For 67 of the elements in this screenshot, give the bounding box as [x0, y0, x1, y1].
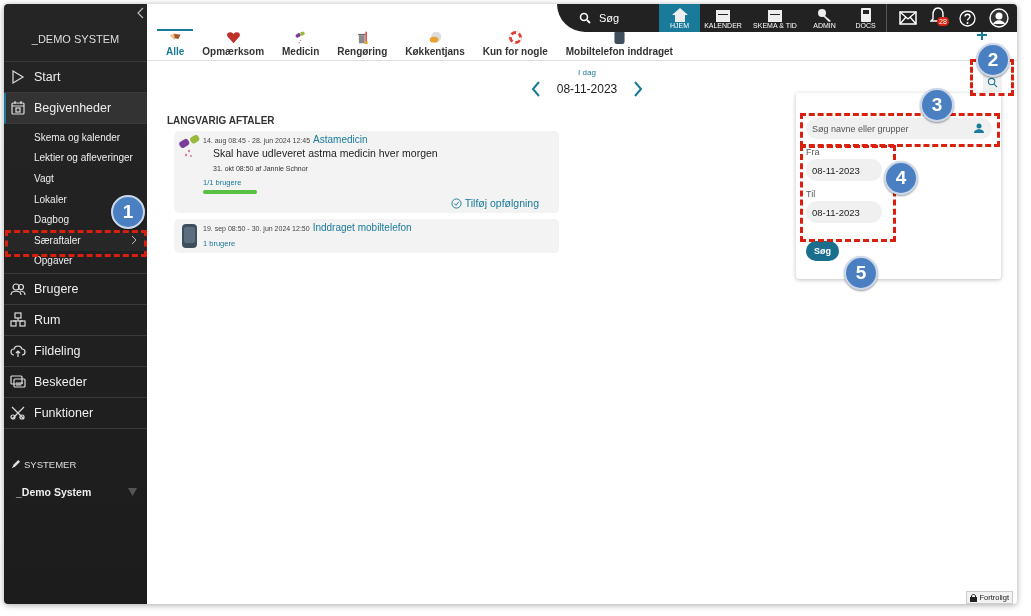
callout-marker: 5 [844, 256, 878, 290]
submenu-item[interactable]: Skema og kalender [32, 127, 123, 148]
sidebar-item[interactable]: Funktioner [4, 398, 147, 430]
calendar-icon [10, 100, 26, 116]
sidebar-item[interactable]: Rum [4, 305, 147, 337]
category-tab[interactable]: Kun for nogle [473, 29, 557, 60]
system-dropdown[interactable]: _Demo System [4, 486, 147, 499]
search-button[interactable]: Søg [579, 4, 659, 32]
check-circle-icon [450, 197, 462, 209]
play-icon [10, 69, 26, 85]
submenu-item[interactable]: Opgaver [32, 250, 75, 272]
avatar-icon[interactable] [989, 8, 1009, 28]
lock-icon [970, 593, 978, 602]
sidebar-item[interactable]: Fildeling [4, 336, 147, 368]
calendar-icon [715, 7, 731, 22]
name-search-field[interactable]: Søg navne eller grupper [806, 118, 992, 139]
mail-icon[interactable] [899, 11, 917, 25]
sidebar-item[interactable]: Beskeder [4, 367, 147, 399]
today-link[interactable]: I dag [578, 68, 596, 77]
to-date-field[interactable]: 08-11-2023 [806, 201, 882, 223]
search-icon [987, 77, 998, 88]
search-icon [579, 12, 591, 24]
add-icon[interactable] [977, 30, 987, 40]
category-tab[interactable]: Køkkentjans [396, 29, 474, 60]
phone-icon [611, 31, 627, 44]
category-tab[interactable]: Mobiltelefon inddraget [556, 29, 682, 60]
category-tab[interactable]: Medicin [273, 29, 329, 60]
search-button[interactable]: Søg [806, 241, 839, 261]
category-tab[interactable]: Alle [157, 29, 194, 60]
chevron-right-icon[interactable] [633, 81, 644, 97]
collapse-chevron-icon[interactable] [136, 7, 144, 19]
callout-marker: 3 [920, 88, 954, 122]
chevron-right-icon [131, 235, 137, 246]
agreement-title-link[interactable]: Astamedicin [313, 134, 368, 145]
users-icon [10, 281, 26, 298]
calendar-icon [767, 7, 783, 22]
system-title: _DEMO SYSTEM [31, 32, 120, 45]
user-icon [974, 123, 984, 133]
submenu-item[interactable]: Særaftaler [4, 229, 147, 251]
from-date-field[interactable]: 08-11-2023 [806, 159, 882, 181]
category-tab[interactable]: Rengøring [328, 29, 397, 60]
rooms-icon [10, 312, 26, 329]
to-label: Til [806, 189, 816, 199]
submenu-item[interactable]: Dagbog [32, 209, 72, 230]
submenu-item[interactable]: Lektier og afleveringer [32, 147, 135, 169]
heart-icon [225, 31, 241, 44]
home-icon [671, 7, 688, 22]
submenu-item[interactable]: Lokaler [32, 188, 69, 210]
systems-heading: SYSTEMER [24, 459, 77, 471]
sidebar-item[interactable]: Brugere [4, 274, 147, 306]
agreement-title-link[interactable]: Inddraget mobiltelefon [312, 222, 412, 233]
current-date: 08-11-2023 [556, 82, 618, 96]
chevron-left-icon[interactable] [530, 81, 541, 97]
agreement-description: Skal have udleveret astma medicin hver morgen [213, 147, 438, 159]
sidebar-item[interactable]: Begivenheder [4, 93, 147, 124]
food-dish-icon [427, 31, 443, 44]
section-heading: LANGVARIG AFTALER [167, 115, 276, 126]
add-follow-up-link[interactable]: Tilføj opfølgning [450, 197, 539, 209]
chat-icon [10, 374, 26, 391]
help-icon[interactable] [959, 9, 976, 27]
category-tab[interactable]: Opmærksom [193, 29, 274, 60]
from-label: Fra [806, 147, 820, 157]
dropdown-caret-icon [128, 488, 137, 497]
submenu-item[interactable]: Vagt [32, 168, 56, 189]
lifebuoy-icon [507, 31, 523, 44]
cloud-upload-icon [10, 343, 26, 360]
callout-marker: 2 [976, 43, 1010, 77]
